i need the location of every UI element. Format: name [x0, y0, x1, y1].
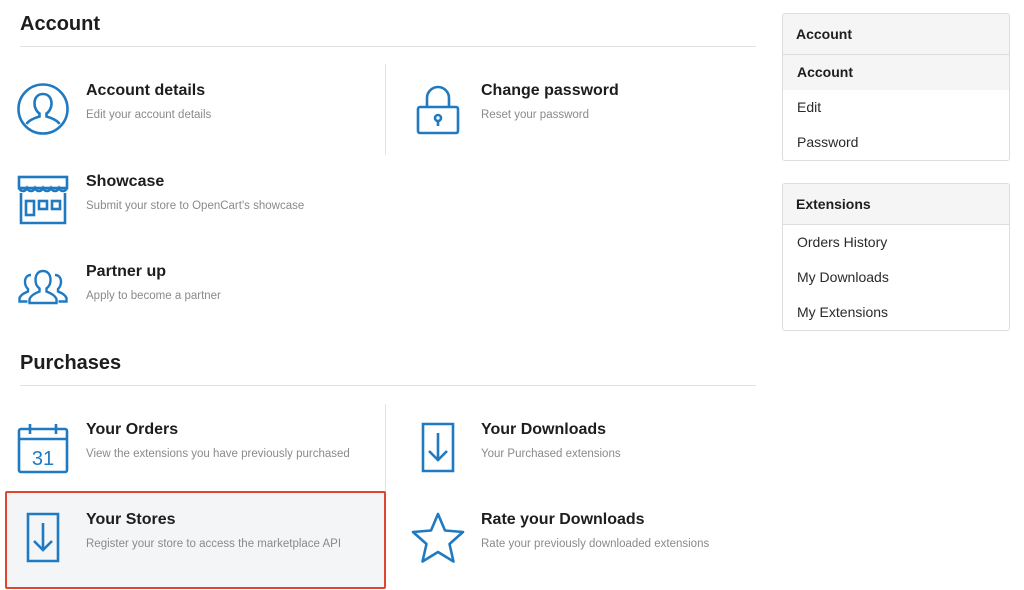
extensions-sidebar-panel: Extensions Orders History My Downloads M… — [782, 183, 1010, 331]
change-password-title: Change password — [481, 82, 619, 99]
lock-icon — [411, 82, 465, 136]
account-details-card[interactable]: Account details Edit your account detail… — [16, 82, 386, 172]
partner-up-title: Partner up — [86, 263, 167, 280]
showcase-card[interactable]: Showcase Submit your store to OpenCart's… — [16, 173, 386, 263]
your-orders-card[interactable]: 31 Your Orders View the extensions you h… — [16, 421, 386, 511]
purchases-section-title: Purchases — [20, 352, 122, 374]
rate-downloads-title: Rate your Downloads — [481, 511, 645, 528]
sidebar-item-my-downloads[interactable]: My Downloads — [783, 260, 1009, 295]
purchases-section-divider — [20, 385, 756, 386]
account-sidebar-panel: Account Account Edit Password — [782, 13, 1010, 161]
user-icon — [16, 82, 70, 136]
star-icon — [411, 511, 465, 565]
account-section-title: Account — [20, 13, 100, 35]
extensions-panel-heading: Extensions — [783, 184, 1009, 225]
sidebar-item-orders-history[interactable]: Orders History — [783, 225, 1009, 260]
your-downloads-title: Your Downloads — [481, 421, 607, 438]
your-orders-description: View the extensions you have previously … — [86, 448, 350, 460]
your-stores-description: Register your store to access the market… — [86, 538, 342, 550]
account-panel-heading: Account — [783, 14, 1009, 55]
rate-downloads-description: Rate your previously downloaded extensio… — [481, 538, 710, 550]
partner-up-card[interactable]: Partner up Apply to become a partner — [16, 263, 386, 353]
calendar-day-number: 31 — [32, 448, 54, 470]
change-password-card[interactable]: Change password Reset your password — [411, 82, 781, 172]
account-section-divider — [20, 46, 756, 47]
users-icon — [16, 263, 70, 317]
account-details-title: Account details — [86, 82, 206, 99]
your-orders-title: Your Orders — [86, 421, 179, 438]
your-stores-card[interactable]: Your Stores Register your store to acces… — [16, 511, 386, 590]
your-downloads-card[interactable]: Your Downloads Your Purchased extensions — [411, 421, 781, 511]
sidebar-item-my-extensions[interactable]: My Extensions — [783, 295, 1009, 330]
sidebar-item-password[interactable]: Password — [783, 125, 1009, 160]
your-downloads-description: Your Purchased extensions — [481, 448, 621, 460]
showcase-title: Showcase — [86, 173, 165, 190]
partner-up-description: Apply to become a partner — [86, 290, 221, 302]
download-icon — [411, 421, 465, 475]
sidebar-item-edit[interactable]: Edit — [783, 90, 1009, 125]
account-dashboard: Account Account details Edit your accoun… — [0, 0, 1024, 590]
change-password-description: Reset your password — [481, 109, 590, 121]
storefront-icon — [16, 173, 70, 227]
download-icon — [16, 511, 70, 565]
showcase-description: Submit your store to OpenCart's showcase — [86, 200, 305, 212]
calendar-icon: 31 — [16, 421, 70, 475]
sidebar-item-account[interactable]: Account — [783, 55, 1009, 90]
account-details-description: Edit your account details — [86, 109, 212, 121]
rate-downloads-card[interactable]: Rate your Downloads Rate your previously… — [411, 511, 781, 590]
your-stores-title: Your Stores — [86, 511, 176, 528]
